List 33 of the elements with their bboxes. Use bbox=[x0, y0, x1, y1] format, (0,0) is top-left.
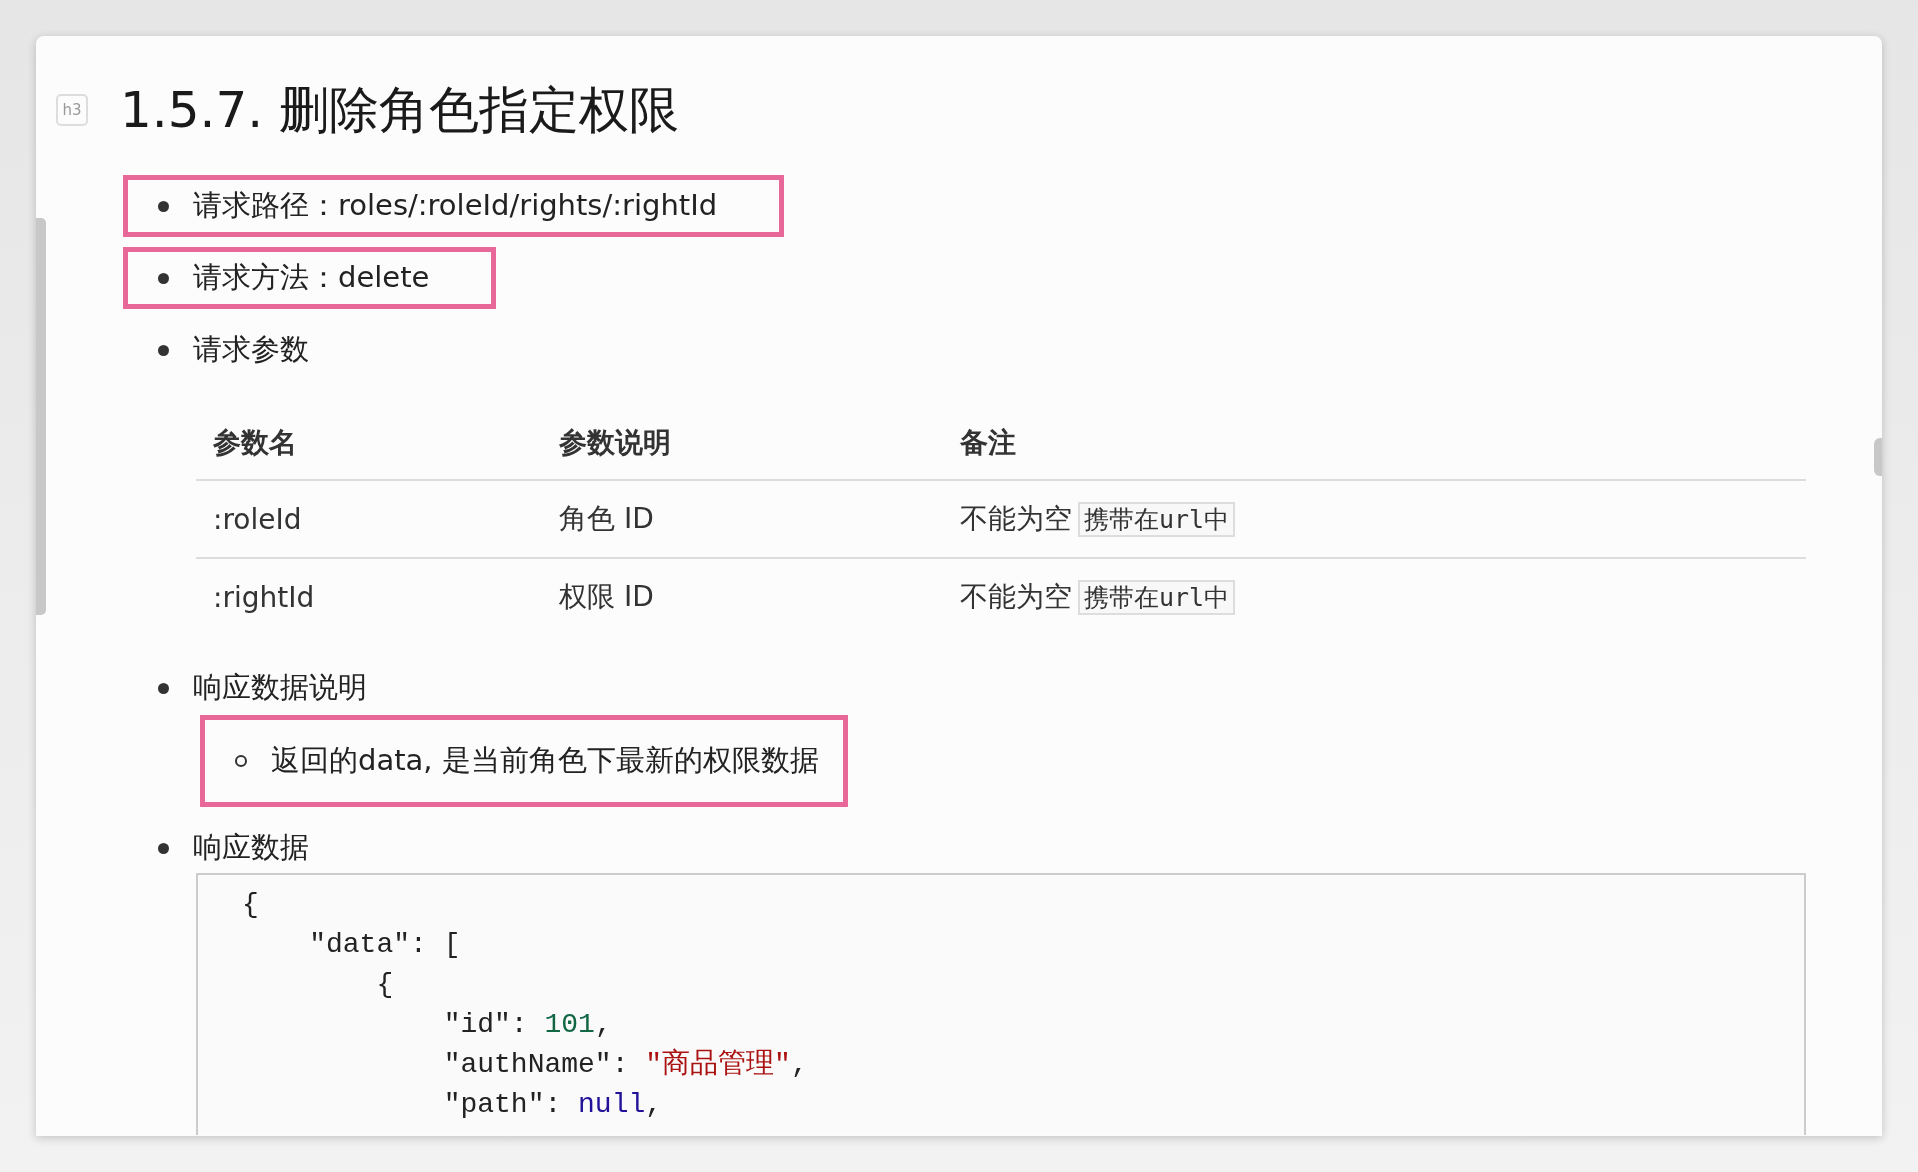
bullet-icon bbox=[158, 842, 169, 854]
bullet-icon bbox=[235, 755, 247, 767]
table-cell: 角色 ID bbox=[542, 480, 943, 558]
code-line: "id": 101, bbox=[442, 1008, 612, 1042]
heading-level-badge: h3 bbox=[56, 94, 88, 126]
column-header: 参数说明 bbox=[542, 407, 943, 480]
table-cell: 权限 ID bbox=[542, 558, 943, 635]
list-item-text: 响应数据说明 bbox=[193, 669, 367, 706]
bullet-icon bbox=[158, 682, 169, 694]
code-line: { bbox=[375, 968, 394, 1002]
list-item-text: 返回的data, 是当前角色下最新的权限数据 bbox=[271, 742, 819, 779]
column-header: 参数名 bbox=[196, 407, 542, 480]
list-item-text: 请求参数 bbox=[193, 331, 309, 368]
bullet-icon bbox=[158, 272, 169, 284]
list-item-text: 响应数据 bbox=[193, 829, 309, 866]
table-cell: 不能为空 bbox=[960, 502, 1072, 535]
scrollbar[interactable] bbox=[36, 218, 46, 615]
code-line: "path": null, bbox=[442, 1088, 663, 1122]
section-title: 1.5.7. 删除角色指定权限 bbox=[120, 79, 679, 141]
resize-handle[interactable] bbox=[1874, 438, 1882, 476]
list-item-text: 请求路径：roles/:roleId/rights/:rightId bbox=[193, 187, 718, 224]
table-cell: 不能为空 bbox=[960, 580, 1072, 613]
code-line: { bbox=[242, 888, 259, 922]
code-line: "data": [ bbox=[308, 928, 461, 962]
column-header: 备注 bbox=[943, 407, 1806, 480]
inline-code: 携带在url中 bbox=[1078, 580, 1236, 615]
list-item-text: 请求方法：delete bbox=[193, 259, 430, 296]
code-line: "authName": "商品管理", bbox=[442, 1047, 808, 1082]
table-cell: :rightId bbox=[196, 558, 542, 635]
bullet-icon bbox=[158, 344, 169, 356]
bullet-icon bbox=[158, 200, 169, 212]
table-cell: :roleId bbox=[196, 480, 542, 558]
inline-code: 携带在url中 bbox=[1078, 502, 1236, 537]
